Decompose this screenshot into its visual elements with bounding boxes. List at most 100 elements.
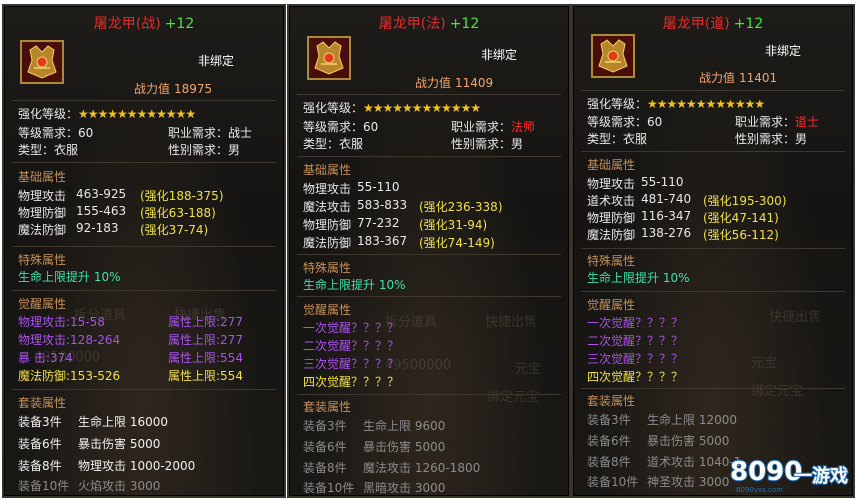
set-count: 装备8件 [303, 461, 347, 475]
enhance-row: 强化等级：★★★★★★★★★★★★ [18, 105, 196, 122]
attr-bonus: (强化236-338) [419, 200, 503, 214]
set-attr: 火焰攻击 3000 [78, 479, 161, 493]
item-name: 屠龙甲(法) [378, 16, 446, 32]
attr-row: 道术攻击 [587, 192, 635, 209]
set-attr: 黑暗攻击 3000 [363, 481, 446, 495]
awaken-right: 属性上限:554 [168, 369, 243, 383]
job-requirement: 职业需求：道士 [735, 113, 819, 130]
job-value: 道士 [795, 115, 820, 129]
divider [12, 290, 276, 291]
item-title-row: 屠龙甲(法) +12 [289, 13, 569, 33]
base-attributes-title: 基础属性 [587, 158, 636, 172]
attr-value: 481-740 [641, 192, 692, 206]
attr-value: 463-925 [76, 187, 127, 201]
combat-power: 战力值 18975 [134, 80, 212, 97]
site-logo: 8090 一游戏 8090yxs.com [728, 450, 852, 494]
set-count: 装备6件 [587, 434, 631, 448]
attr-bonus: (强化195-300) [703, 194, 787, 208]
set-attributes-title: 套装属性 [18, 396, 67, 410]
item-type: 类型：衣服 [18, 143, 79, 157]
level-requirement: 等级需求：60 [587, 115, 663, 129]
awaken-slot: 一次觉醒？？？？ [587, 316, 684, 330]
combat-power-label: 战力值 [415, 76, 452, 90]
attr-bonus: (强化74-149) [419, 236, 495, 250]
attr-value: 138-276 [641, 226, 692, 240]
job-value: 法师 [511, 120, 536, 134]
job-requirement: 职业需求：战士 [168, 124, 252, 141]
divider [581, 388, 845, 389]
awaken-slot: 三次觉醒？？？？ [587, 352, 684, 366]
set-count: 装备8件 [18, 459, 62, 473]
gender-requirement: 性别需求：男 [168, 143, 241, 157]
base-attributes-title: 基础属性 [18, 170, 67, 184]
attr-name: 魔法防御 [303, 236, 352, 250]
enhance-row: 强化等级：★★★★★★★★★★★★ [587, 95, 765, 112]
enhance-stars: ★★★★★★★★★★★★ [363, 101, 481, 115]
special-attributes-title: 特殊属性 [18, 253, 67, 267]
set-attr: 生命上限 9600 [363, 419, 446, 433]
divider [12, 100, 276, 101]
item-title-row: 屠龙甲(道) +12 [573, 13, 853, 33]
enhance-stars: ★★★★★★★★★★★★ [78, 107, 196, 121]
attr-row: 魔法防御 [303, 234, 351, 251]
bg-yuanbao: 元宝 [515, 362, 542, 377]
awaken-slot: 三次觉醒？？？？ [303, 357, 400, 371]
item-tooltip-taoist: 快捷出售 元宝 绑定元宝 屠龙甲(道) +12 非绑定 战力值 11401 强化等级… [571, 4, 855, 498]
set-attributes-title: 套装属性 [303, 400, 352, 414]
gender-requirement: 性别需求：男 [451, 137, 524, 151]
set-attr: 生命上限 12000 [647, 413, 737, 427]
set-attr: 暴击伤害 5000 [363, 440, 446, 454]
job-label: 职业需求： [735, 115, 796, 129]
logo-text: 一游戏 [794, 465, 848, 487]
divider [12, 162, 276, 163]
divider [581, 248, 845, 249]
divider [297, 94, 561, 95]
job-label: 职业需求： [451, 120, 512, 134]
attr-name: 魔法防御 [587, 228, 636, 242]
special-attribute: 生命上限提升 10% [587, 271, 690, 285]
awaken-left: 物理攻击:15-58 [18, 315, 105, 329]
enhance-label: 强化等级： [303, 101, 364, 115]
item-type: 类型：衣服 [587, 132, 648, 146]
combat-power-value: 11409 [455, 76, 494, 90]
set-attr: 神圣攻击 3000 [647, 475, 730, 489]
special-attributes-title: 特殊属性 [587, 254, 636, 268]
divider [581, 90, 845, 91]
divider [581, 291, 845, 292]
item-tooltip-mage: 拆分道具 快捷出售 49500000 元宝 绑定元宝 屠龙甲(法) +12 非绑定… [287, 4, 571, 498]
attr-value: 55-110 [357, 180, 400, 194]
enhance-label: 强化等级： [587, 97, 648, 111]
attr-value: 183-367 [357, 234, 408, 248]
item-tooltip-warrior: 拆分道具 快捷出售 49500000 屠龙甲(战) +12 非绑定 战力值 1897… [2, 4, 286, 498]
attr-value: 92-183 [76, 221, 119, 235]
set-attr: 暴击伤害 5000 [78, 437, 161, 451]
attr-value: 77-232 [357, 216, 400, 230]
awaken-left: 魔法防御:153-526 [18, 369, 121, 383]
item-name: 屠龙甲(道) [662, 16, 730, 32]
attr-row: 魔法防御 [587, 226, 635, 243]
job-requirement: 职业需求：法师 [451, 118, 535, 135]
job-value: 战士 [228, 126, 253, 140]
attr-name: 物理防御 [587, 211, 636, 225]
set-count: 装备10件 [587, 475, 639, 489]
awaken-right: 属性上限:277 [168, 315, 243, 329]
set-attr: 魔法攻击 1260-1800 [363, 461, 481, 475]
attr-value: 55-110 [641, 175, 684, 189]
special-attribute: 生命上限提升 10% [18, 270, 121, 284]
awaken-slot: 二次觉醒？？？？ [303, 339, 400, 353]
enhance-level-badge: +12 [164, 16, 195, 32]
level-requirement: 等级需求：60 [18, 126, 94, 140]
gender-requirement: 性别需求：男 [735, 132, 808, 146]
combat-power-value: 18975 [174, 82, 213, 96]
attr-bonus: (强化63-188) [140, 206, 216, 220]
set-attr: 暴击伤害 5000 [647, 434, 730, 448]
bind-status: 非绑定 [481, 48, 518, 62]
set-count: 装备3件 [18, 415, 62, 429]
attr-row: 物理防御 [303, 216, 351, 233]
attr-row: 魔法防御 [18, 221, 66, 238]
divider [297, 394, 561, 395]
set-count: 装备10件 [18, 479, 70, 493]
bind-status: 非绑定 [765, 44, 802, 58]
attr-name: 物理防御 [303, 218, 352, 232]
bg-yuanbao: 元宝 [751, 356, 778, 371]
